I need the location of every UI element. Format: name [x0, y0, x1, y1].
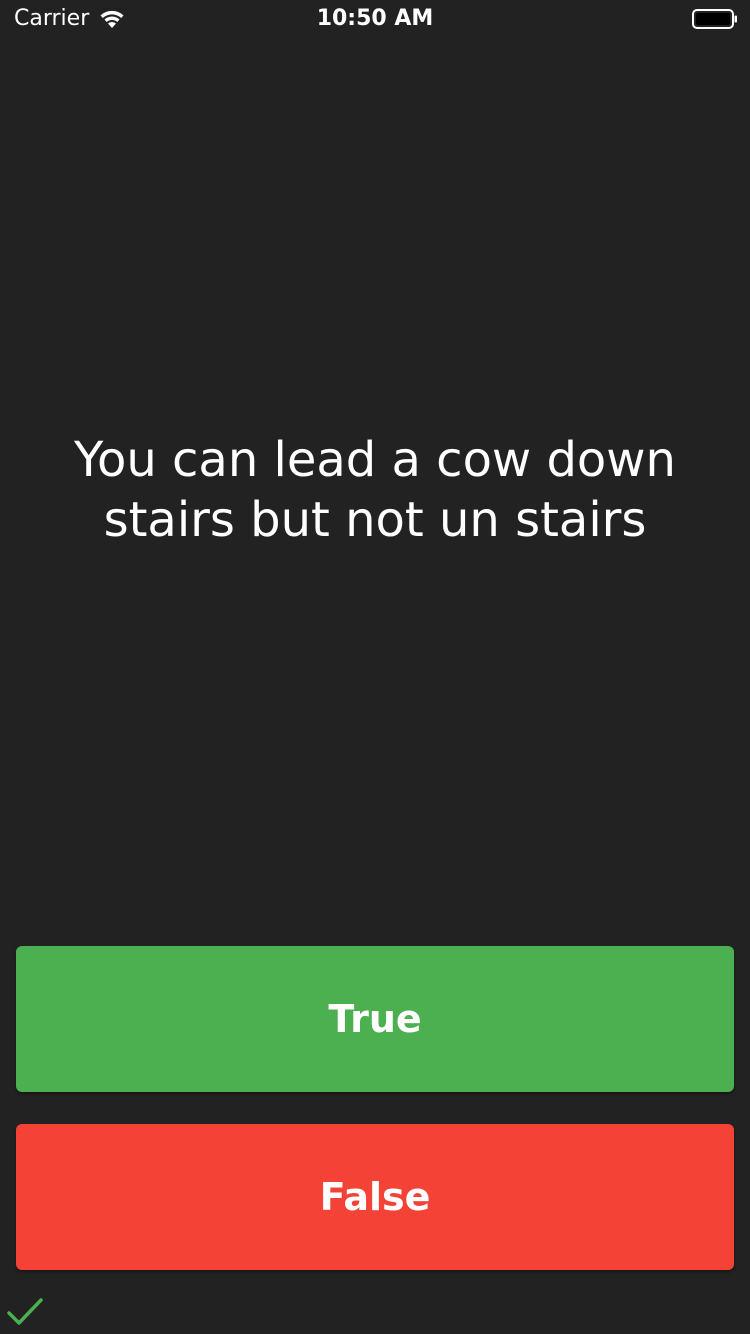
battery-icon: [692, 9, 737, 29]
question-area: You can lead a cow down stairs but not u…: [40, 300, 710, 680]
status-bar: Carrier 10:50 AM: [0, 0, 750, 40]
status-time: 10:50 AM: [316, 6, 434, 31]
check-icon: [7, 1298, 43, 1325]
score-keeper: [6, 1294, 44, 1330]
true-button[interactable]: True: [16, 946, 734, 1092]
false-button[interactable]: False: [16, 1124, 734, 1270]
question-text: You can lead a cow down stairs but not u…: [74, 432, 676, 548]
